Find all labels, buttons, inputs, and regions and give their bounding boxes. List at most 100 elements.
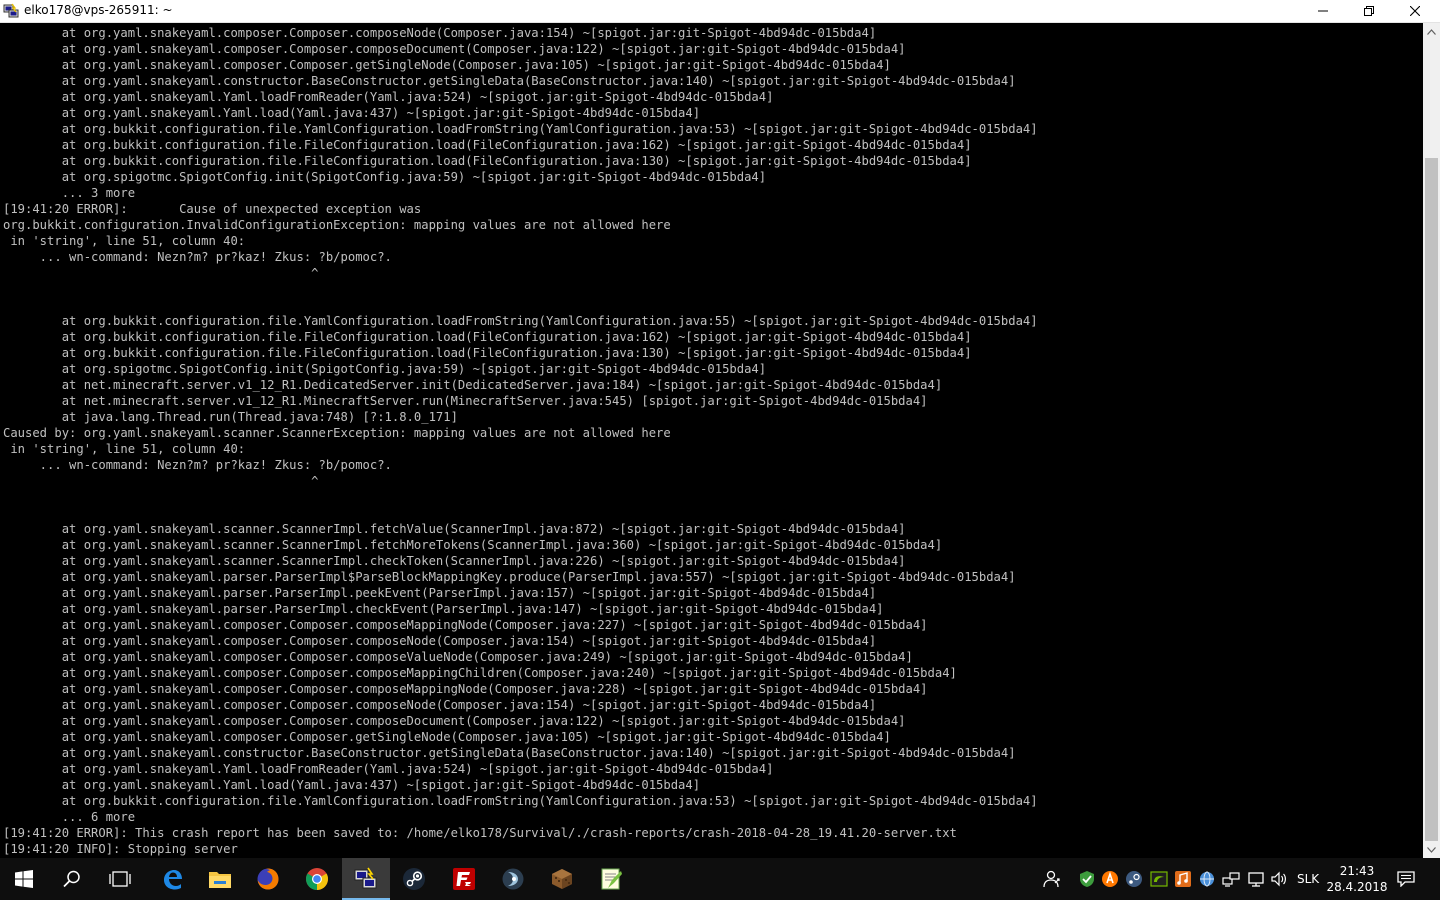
nvidia-icon[interactable]: [1150, 870, 1168, 888]
security-shield-icon[interactable]: [1078, 870, 1096, 888]
terminal-line: org.bukkit.configuration.InvalidConfigur…: [3, 218, 671, 232]
terminal-line: at org.yaml.snakeyaml.composer.Composer.…: [3, 698, 877, 712]
terminal-line: at org.yaml.snakeyaml.parser.ParserImpl.…: [3, 602, 884, 616]
terminal-line: at org.yaml.snakeyaml.composer.Composer.…: [3, 650, 913, 664]
steam-icon: [403, 868, 425, 890]
windows-start-icon: [15, 870, 33, 888]
terminal-line: [19:41:20 ERROR]: Cause of unexpected ex…: [3, 202, 422, 216]
terminal-line: at org.yaml.snakeyaml.scanner.ScannerImp…: [3, 554, 906, 568]
chevron-down-icon: [1427, 846, 1436, 853]
terminal-line: at org.yaml.snakeyaml.composer.Composer.…: [3, 26, 877, 40]
putty-icon: [354, 867, 377, 889]
terminal-line: at net.minecraft.server.v1_12_R1.Minecra…: [3, 394, 928, 408]
terminal-lines: at org.yaml.snakeyaml.composer.Composer.…: [3, 25, 1038, 858]
terminal-line: [19:41:20 ERROR]: This crash report has …: [3, 826, 957, 840]
taskbar-minecraft[interactable]: [538, 858, 586, 900]
action-center-button[interactable]: [1394, 868, 1418, 890]
audio-app-icon[interactable]: [1174, 870, 1192, 888]
people-icon[interactable]: [1042, 870, 1060, 888]
taskbar: SLK 21:43 28.4.2018: [0, 858, 1440, 900]
terminal-line: at org.bukkit.configuration.file.FileCon…: [3, 154, 972, 168]
terminal-line: at org.yaml.snakeyaml.composer.Composer.…: [3, 666, 957, 680]
terminal-line: in 'string', line 51, column 40:: [3, 442, 246, 456]
terminal-line: at org.yaml.snakeyaml.Yaml.loadFromReade…: [3, 90, 774, 104]
restore-button[interactable]: [1346, 0, 1392, 22]
putty-icon: [3, 3, 19, 19]
taskbar-notepad-plus[interactable]: [587, 858, 635, 900]
terminal-line: at org.yaml.snakeyaml.scanner.ScannerImp…: [3, 522, 906, 536]
chevron-up-icon: [1427, 28, 1436, 35]
taskbar-app[interactable]: [489, 858, 537, 900]
terminal-line: at org.bukkit.configuration.file.YamlCon…: [3, 794, 1038, 808]
minimize-button[interactable]: [1300, 0, 1346, 22]
minecraft-icon: [552, 869, 572, 889]
file-explorer-icon: [209, 872, 231, 888]
start-button[interactable]: [0, 858, 48, 900]
clock-date: 28.4.2018: [1326, 880, 1388, 894]
clock[interactable]: 21:43 28.4.2018: [1322, 863, 1392, 895]
scroll-up-button[interactable]: [1423, 23, 1440, 40]
terminal-line: at org.spigotmc.SpigotConfig.init(Spigot…: [3, 170, 767, 184]
scroll-thumb[interactable]: [1425, 158, 1438, 841]
terminal-line: in 'string', line 51, column 40:: [3, 234, 246, 248]
restore-icon: [1364, 6, 1374, 16]
terminal-line: at org.yaml.snakeyaml.constructor.BaseCo…: [3, 74, 1016, 88]
terminal-line: at org.bukkit.configuration.file.FileCon…: [3, 330, 972, 344]
terminal-line: at org.yaml.snakeyaml.composer.Composer.…: [3, 714, 906, 728]
terminal-line: at org.yaml.snakeyaml.constructor.BaseCo…: [3, 746, 1016, 760]
network-devices-icon[interactable]: [1222, 870, 1240, 888]
edge-icon: [164, 870, 182, 890]
terminal-line: ... wn-command: Nezn?m? pr?kaz! Zkus: ?b…: [3, 458, 392, 472]
vertical-scrollbar[interactable]: [1423, 23, 1440, 858]
close-button[interactable]: [1392, 0, 1438, 22]
volume-icon[interactable]: [1270, 870, 1288, 888]
taskbar-firefox[interactable]: [244, 858, 292, 900]
taskbar-edge[interactable]: [148, 858, 196, 900]
terminal-line: at org.yaml.snakeyaml.composer.Composer.…: [3, 58, 891, 72]
terminal-line: at org.bukkit.configuration.file.YamlCon…: [3, 314, 1038, 328]
notepad-plus-icon: [601, 868, 622, 890]
terminal-line: at org.bukkit.configuration.file.FileCon…: [3, 138, 972, 152]
terminal-line: at org.yaml.snakeyaml.scanner.ScannerImp…: [3, 538, 943, 552]
terminal-line: at java.lang.Thread.run(Thread.java:748)…: [3, 410, 458, 424]
globe-icon[interactable]: [1198, 870, 1216, 888]
terminal-line: at org.yaml.snakeyaml.parser.ParserImpl.…: [3, 586, 877, 600]
taskbar-filezilla[interactable]: [440, 858, 488, 900]
steam-tray-icon[interactable]: [1125, 870, 1143, 888]
terminal-line: at org.yaml.snakeyaml.composer.Composer.…: [3, 634, 877, 648]
notification-icon: [1397, 871, 1415, 887]
search-button[interactable]: [48, 858, 96, 900]
terminal-line: [19:41:20 INFO]: Stopping server: [3, 842, 238, 856]
terminal-output[interactable]: at org.yaml.snakeyaml.composer.Composer.…: [0, 23, 1423, 858]
clock-time: 21:43: [1339, 864, 1375, 878]
task-view-button[interactable]: [96, 858, 144, 900]
search-icon: [63, 870, 80, 888]
terminal-line: at org.yaml.snakeyaml.composer.Composer.…: [3, 682, 928, 696]
terminal-line: at net.minecraft.server.v1_12_R1.Dedicat…: [3, 378, 943, 392]
terminal-line: at org.yaml.snakeyaml.Yaml.loadFromReade…: [3, 762, 774, 776]
app-icon: [502, 868, 524, 890]
scroll-down-button[interactable]: [1423, 841, 1440, 858]
avast-icon[interactable]: [1101, 870, 1119, 888]
network-icon[interactable]: [1247, 870, 1265, 888]
filezilla-icon: [453, 868, 475, 890]
taskbar-putty[interactable]: [342, 858, 390, 900]
language-indicator[interactable]: SLK: [1297, 872, 1319, 886]
terminal-line: Caused by: org.yaml.snakeyaml.scanner.Sc…: [3, 426, 671, 440]
taskbar-file-explorer[interactable]: [196, 858, 244, 900]
close-icon: [1410, 6, 1420, 16]
chrome-icon: [306, 868, 328, 890]
terminal-line: ... 3 more: [3, 186, 136, 200]
terminal-line: at org.yaml.snakeyaml.composer.Composer.…: [3, 730, 891, 744]
terminal-line: at org.bukkit.configuration.file.YamlCon…: [3, 122, 1038, 136]
task-view-icon: [109, 871, 131, 887]
window-title: elko178@vps-265911: ~: [24, 3, 173, 17]
terminal-line: at org.yaml.snakeyaml.parser.ParserImpl$…: [3, 570, 1016, 584]
taskbar-chrome[interactable]: [293, 858, 341, 900]
taskbar-steam[interactable]: [390, 858, 438, 900]
window-titlebar: elko178@vps-265911: ~: [0, 0, 1440, 23]
terminal-line: ... 6 more: [3, 810, 136, 824]
